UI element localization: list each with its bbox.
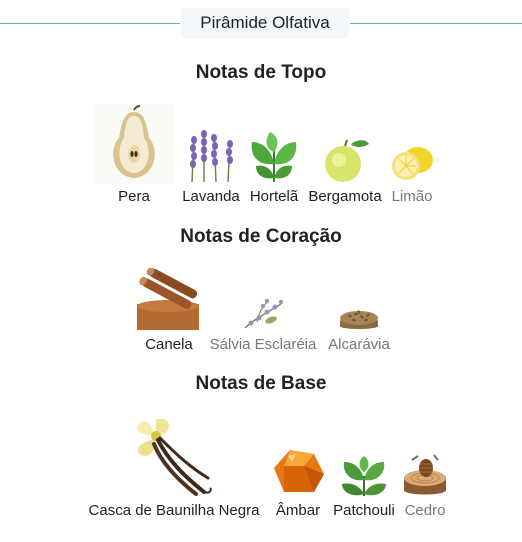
pear-icon: [95, 104, 173, 184]
note-label: Bergamota: [308, 188, 382, 205]
section-title-heart: Notas de Coração: [180, 226, 342, 247]
note-mint: Hortelã: [248, 130, 300, 205]
note-label: Pera: [118, 188, 150, 205]
section-title-top: Notas de Topo: [195, 62, 327, 83]
note-label: Lavanda: [182, 188, 240, 205]
lavender-icon: [190, 130, 233, 183]
pyramid-header: Pirâmide Olfativa: [0, 8, 522, 38]
caraway-icon: [340, 310, 378, 329]
bergamot-icon: [325, 139, 369, 182]
clary-sage-icon: [244, 298, 284, 329]
header-divider-left: [0, 23, 180, 24]
note-label: Hortelã: [249, 188, 299, 205]
cedar-icon: [404, 454, 446, 495]
note-caraway: Alcarávia: [326, 292, 392, 353]
note-label: Limão: [391, 188, 433, 205]
pyramid-title: Pirâmide Olfativa: [181, 8, 349, 38]
note-cinnamon: Canela: [137, 267, 201, 353]
cinnamon-icon: [137, 267, 199, 330]
header-divider-right: [350, 23, 522, 24]
note-label: Sálvia Esclaréia: [209, 336, 317, 353]
note-label: Alcarávia: [328, 336, 390, 353]
note-label: Patchouli: [333, 502, 395, 519]
note-label: Âmbar: [275, 502, 321, 519]
note-vanilla: Casca de Baunilha Negra: [82, 416, 266, 519]
note-bergamot: Bergamota: [305, 136, 385, 205]
mint-icon: [251, 132, 297, 182]
note-amber: Âmbar: [270, 444, 326, 519]
note-clary-sage: Sálvia Esclaréia: [205, 290, 321, 353]
note-lemon: Limão: [388, 140, 436, 205]
note-label: Canela: [145, 336, 193, 353]
note-cedar: Cedro: [402, 452, 448, 519]
note-lavender: Lavanda: [178, 126, 244, 205]
amber-icon: [274, 450, 324, 492]
patchouli-icon: [342, 456, 386, 496]
note-label: Cedro: [404, 502, 446, 519]
note-label: Casca de Baunilha Negra: [88, 502, 260, 519]
vanilla-icon: [137, 418, 212, 496]
note-pear: Pera: [95, 104, 173, 205]
section-title-base: Notas de Base: [195, 373, 327, 394]
note-patchouli: Patchouli: [330, 454, 398, 519]
lemon-icon: [392, 147, 433, 180]
